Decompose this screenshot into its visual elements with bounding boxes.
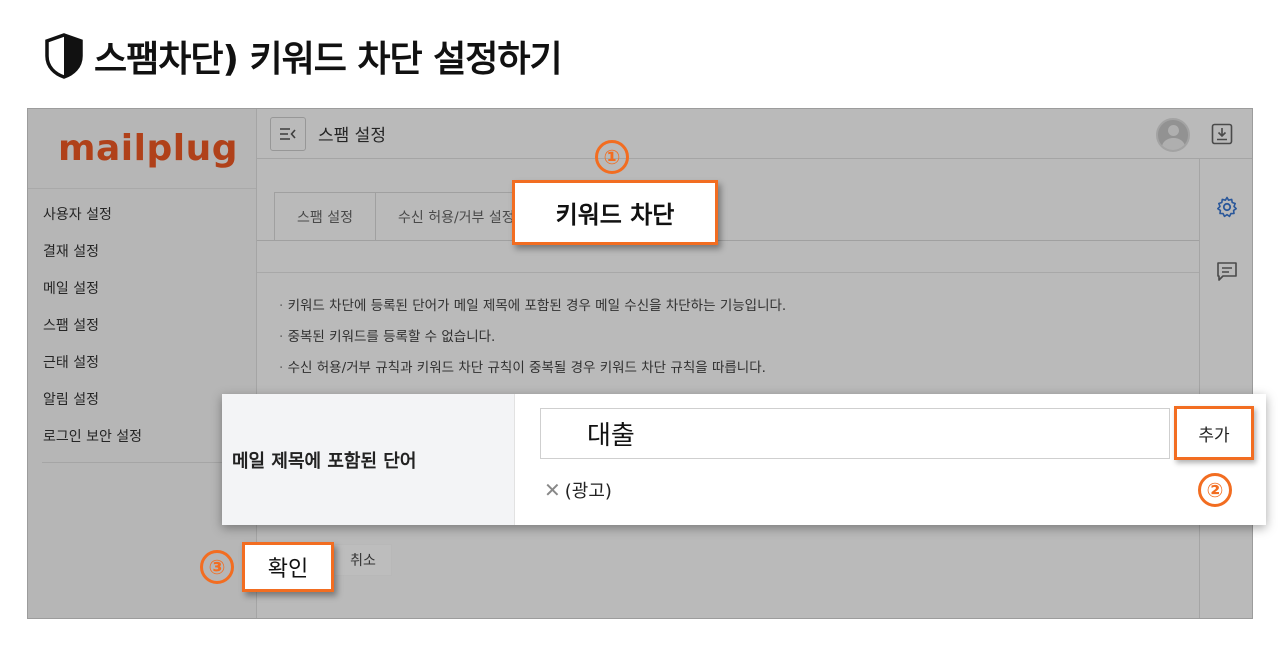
keyword-tag: ✕ (광고)	[544, 477, 612, 503]
right-rail	[1199, 159, 1252, 618]
topbar: 스팸 설정	[257, 109, 1252, 159]
close-icon[interactable]: ✕	[544, 478, 561, 502]
keyword-tag-text: (광고)	[564, 481, 612, 502]
page-heading: 스팸차단) 키워드 차단 설정하기	[42, 30, 563, 82]
page-title: 스팸차단) 키워드 차단 설정하기	[94, 39, 563, 80]
sidebar-item-mail-settings[interactable]: 메일 설정	[28, 269, 256, 306]
tab-spam-settings[interactable]: 스팸 설정	[274, 192, 376, 240]
avatar-body	[1162, 138, 1185, 150]
keyword-panel-body: 추가 ✕ (광고)	[515, 394, 1266, 525]
sidebar: mailplug 사용자 설정 결재 설정 메일 설정 스팸 설정 근태 설정 …	[28, 109, 257, 618]
add-keyword-button[interactable]: 추가	[1174, 406, 1254, 460]
step-badge-1: ①	[595, 140, 629, 174]
menu-toggle-button[interactable]	[270, 116, 306, 151]
step-badge-2: ②	[1198, 473, 1232, 507]
message-icon[interactable]	[1215, 259, 1239, 283]
download-icon[interactable]	[1210, 122, 1234, 146]
keyword-input[interactable]	[540, 408, 1170, 459]
description-item: 키워드 차단에 등록된 단어가 메일 제목에 포함된 경우 메일 수신을 차단하…	[279, 291, 787, 322]
sidebar-item-approval-settings[interactable]: 결재 설정	[28, 232, 256, 269]
settings-tabs: 스팸 설정 수신 허용/거부 설정	[274, 192, 538, 240]
description-item: 중복된 키워드를 등록할 수 없습니다.	[279, 322, 786, 353]
collapse-menu-icon	[280, 127, 296, 140]
sidebar-divider	[42, 462, 242, 463]
confirm-button[interactable]: 확인	[242, 542, 334, 592]
sidebar-item-attendance-settings[interactable]: 근태 설정	[28, 343, 256, 380]
shield-icon	[45, 33, 83, 79]
description-list: 키워드 차단에 등록된 단어가 메일 제목에 포함된 경우 메일 수신을 차단하…	[279, 291, 787, 384]
sidebar-item-spam-settings[interactable]: 스팸 설정	[28, 306, 256, 343]
main-content: 스팸 설정 수신 허용/거부 설정 키워드 차단에 등록된 단어가 메일 제목에…	[257, 159, 1199, 618]
keyword-field-label: 메일 제목에 포함된 단어	[222, 394, 515, 525]
cancel-button[interactable]: 취소	[334, 544, 392, 576]
topbar-title: 스팸 설정	[318, 126, 386, 146]
mailplug-logo: mailplug	[28, 109, 256, 189]
sidebar-item-user-settings[interactable]: 사용자 설정	[28, 195, 256, 232]
avatar[interactable]	[1156, 118, 1190, 152]
keyword-panel: 메일 제목에 포함된 단어 추가 ✕ (광고)	[222, 394, 1266, 525]
description-item: 수신 허용/거부 규칙과 키워드 차단 규칙이 중복될 경우 키워드 차단 규칙…	[279, 353, 786, 384]
content-divider	[257, 272, 1199, 273]
avatar-head	[1168, 125, 1179, 136]
step-badge-3: ③	[200, 550, 234, 584]
tabs-divider	[257, 240, 1199, 241]
tab-keyword-block[interactable]: 키워드 차단	[512, 180, 718, 245]
gear-icon[interactable]	[1215, 195, 1239, 219]
